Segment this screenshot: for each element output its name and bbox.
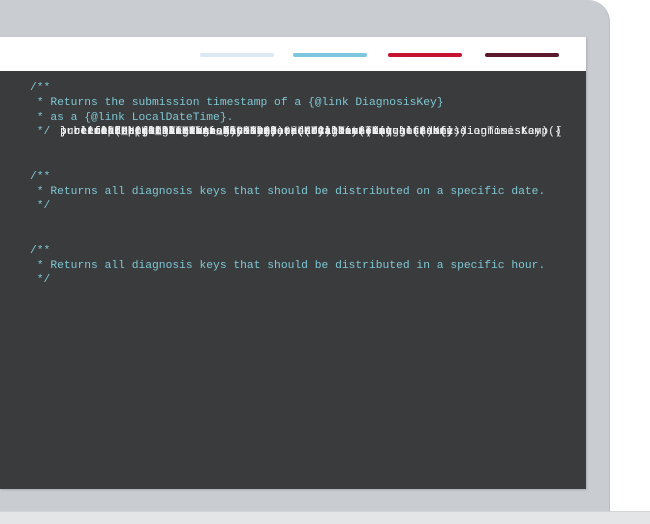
code-comment-line: /**	[30, 244, 51, 257]
code-comment-line: * Returns all diagnosis keys that should…	[30, 259, 546, 272]
accent-bar-red	[388, 53, 462, 57]
accent-bar-light-blue	[200, 53, 274, 57]
code-comment-line: * Returns the submission timestamp of a …	[30, 96, 444, 109]
code-comment-line: */	[30, 200, 51, 213]
code-comment-line: /**	[30, 82, 51, 94]
code-window: /** * Returns the submission timestamp o…	[0, 37, 586, 489]
device-base	[0, 511, 650, 524]
code-comment-line: */	[30, 274, 51, 287]
code-comment-line: /**	[30, 170, 51, 183]
accent-bar-sky-blue	[293, 53, 367, 57]
accent-bar-maroon	[485, 53, 559, 57]
code-block: /** * Returns the submission timestamp o…	[30, 81, 578, 288]
code-comment-line: * as a {@link LocalDateTime}.	[30, 111, 234, 124]
code-line: return Optional	[60, 126, 176, 138]
window-header	[0, 37, 586, 71]
code-comment-line: * Returns all diagnosis keys that should…	[30, 185, 546, 198]
